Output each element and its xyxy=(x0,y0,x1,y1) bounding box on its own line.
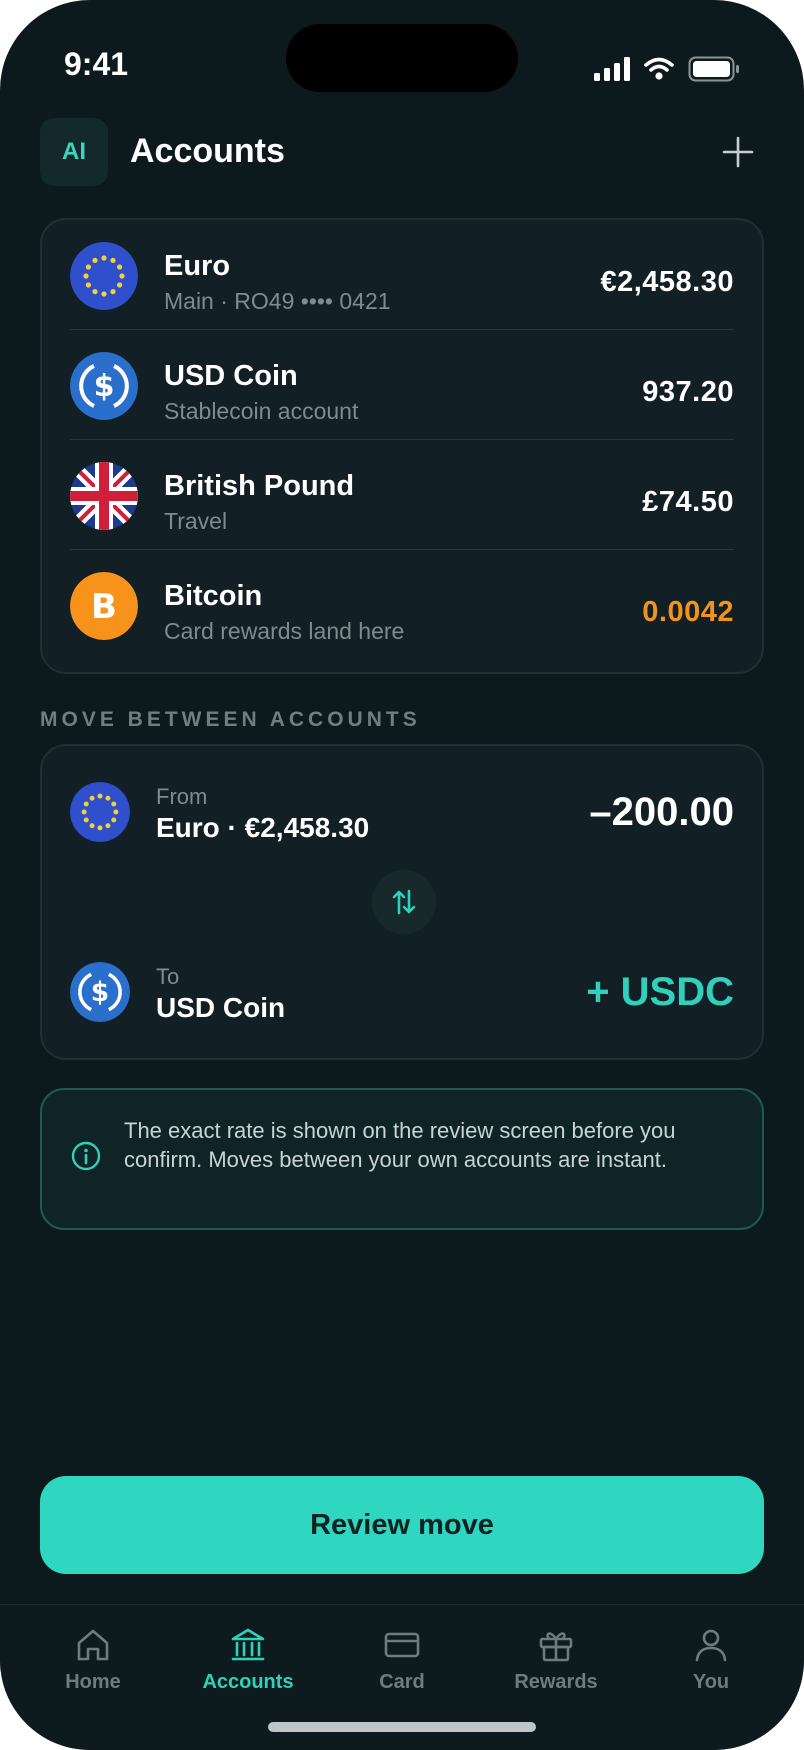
tab-rewards[interactable]: Rewards xyxy=(486,1625,626,1705)
swap-arrows-icon xyxy=(392,889,416,915)
account-balance: 937.20 xyxy=(642,376,734,408)
eu-flag-icon xyxy=(70,242,138,310)
account-subtitle: Travel xyxy=(164,508,228,534)
add-account-button[interactable] xyxy=(720,134,756,170)
account-balance: £74.50 xyxy=(642,486,734,518)
tab-card[interactable]: Card xyxy=(332,1625,472,1705)
account-row-euro[interactable]: Euro Main · RO49 •••• 0421 €2,458.30 xyxy=(42,220,762,330)
account-name: British Pound xyxy=(164,470,355,502)
tab-label: Accounts xyxy=(202,1671,294,1693)
swap-button[interactable] xyxy=(372,870,436,934)
account-name: Euro xyxy=(164,250,231,282)
page-title: Accounts xyxy=(130,132,285,170)
phone-screen: 9:41 AI Accounts Euro Main · RO49 •••• 0… xyxy=(0,0,804,1750)
tab-label: Rewards xyxy=(514,1671,598,1693)
tab-label: You xyxy=(692,1671,730,1693)
battery-icon xyxy=(688,56,739,82)
gift-icon xyxy=(539,1632,573,1662)
svg-text:B: B xyxy=(91,587,117,627)
account-balance: 0.0042 xyxy=(642,596,734,628)
usdc-icon: $ xyxy=(70,352,138,420)
tab-home[interactable]: Home xyxy=(23,1625,163,1705)
review-move-button[interactable]: Review move xyxy=(40,1476,764,1574)
account-row-bitcoin[interactable]: B Bitcoin Card rewards land here 0.0042 xyxy=(42,550,762,660)
bank-icon xyxy=(231,1628,265,1661)
home-indicator xyxy=(268,1722,536,1732)
from-account-select[interactable]: Euro · €2,458.30 xyxy=(156,812,369,844)
status-icons xyxy=(594,56,740,82)
accounts-list: Euro Main · RO49 •••• 0421 €2,458.30 $ U… xyxy=(40,218,764,674)
tab-you[interactable]: You xyxy=(641,1625,781,1705)
bitcoin-icon: B xyxy=(70,572,138,640)
account-name: Bitcoin xyxy=(164,580,263,612)
home-icon xyxy=(77,1629,109,1661)
account-row-gbp[interactable]: British Pound Travel £74.50 xyxy=(42,440,762,550)
dynamic-island xyxy=(286,24,518,92)
account-row-usdc[interactable]: $ USD Coin Stablecoin account 937.20 xyxy=(42,330,762,440)
uk-flag-icon xyxy=(70,462,138,530)
signal-icon xyxy=(594,57,630,81)
profile-avatar[interactable]: AI xyxy=(40,118,108,186)
tab-label: Card xyxy=(379,1671,425,1693)
move-card: From Euro · €2,458.30 –200.00 $ To USD C… xyxy=(40,744,764,1060)
from-amount-input[interactable]: –200.00 xyxy=(589,790,734,835)
tab-accounts[interactable]: Accounts xyxy=(178,1625,318,1705)
account-subtitle: Main · RO49 •••• 0421 xyxy=(164,288,391,314)
account-balance: €2,458.30 xyxy=(600,266,734,298)
to-account-select[interactable]: USD Coin xyxy=(156,992,285,1024)
usdc-icon[interactable]: $ xyxy=(70,962,130,1022)
svg-text:$: $ xyxy=(91,977,109,1008)
account-subtitle: Stablecoin account xyxy=(164,398,359,424)
account-subtitle: Card rewards land here xyxy=(164,618,405,644)
eu-flag-icon[interactable] xyxy=(70,782,130,842)
wifi-icon xyxy=(644,57,674,80)
from-label: From xyxy=(156,784,208,809)
info-text: The exact rate is shown on the review sc… xyxy=(124,1118,676,1172)
user-icon xyxy=(695,1629,727,1662)
tab-label: Home xyxy=(65,1671,121,1693)
section-label: MOVE BETWEEN ACCOUNTS xyxy=(40,708,421,731)
account-name: USD Coin xyxy=(164,360,298,392)
to-amount: + USDC xyxy=(586,970,734,1014)
to-label: To xyxy=(156,964,180,989)
info-icon xyxy=(71,1141,101,1171)
status-time: 9:41 xyxy=(64,46,129,82)
info-banner: The exact rate is shown on the review sc… xyxy=(40,1088,764,1230)
svg-text:$: $ xyxy=(94,369,115,404)
card-icon xyxy=(384,1632,420,1658)
